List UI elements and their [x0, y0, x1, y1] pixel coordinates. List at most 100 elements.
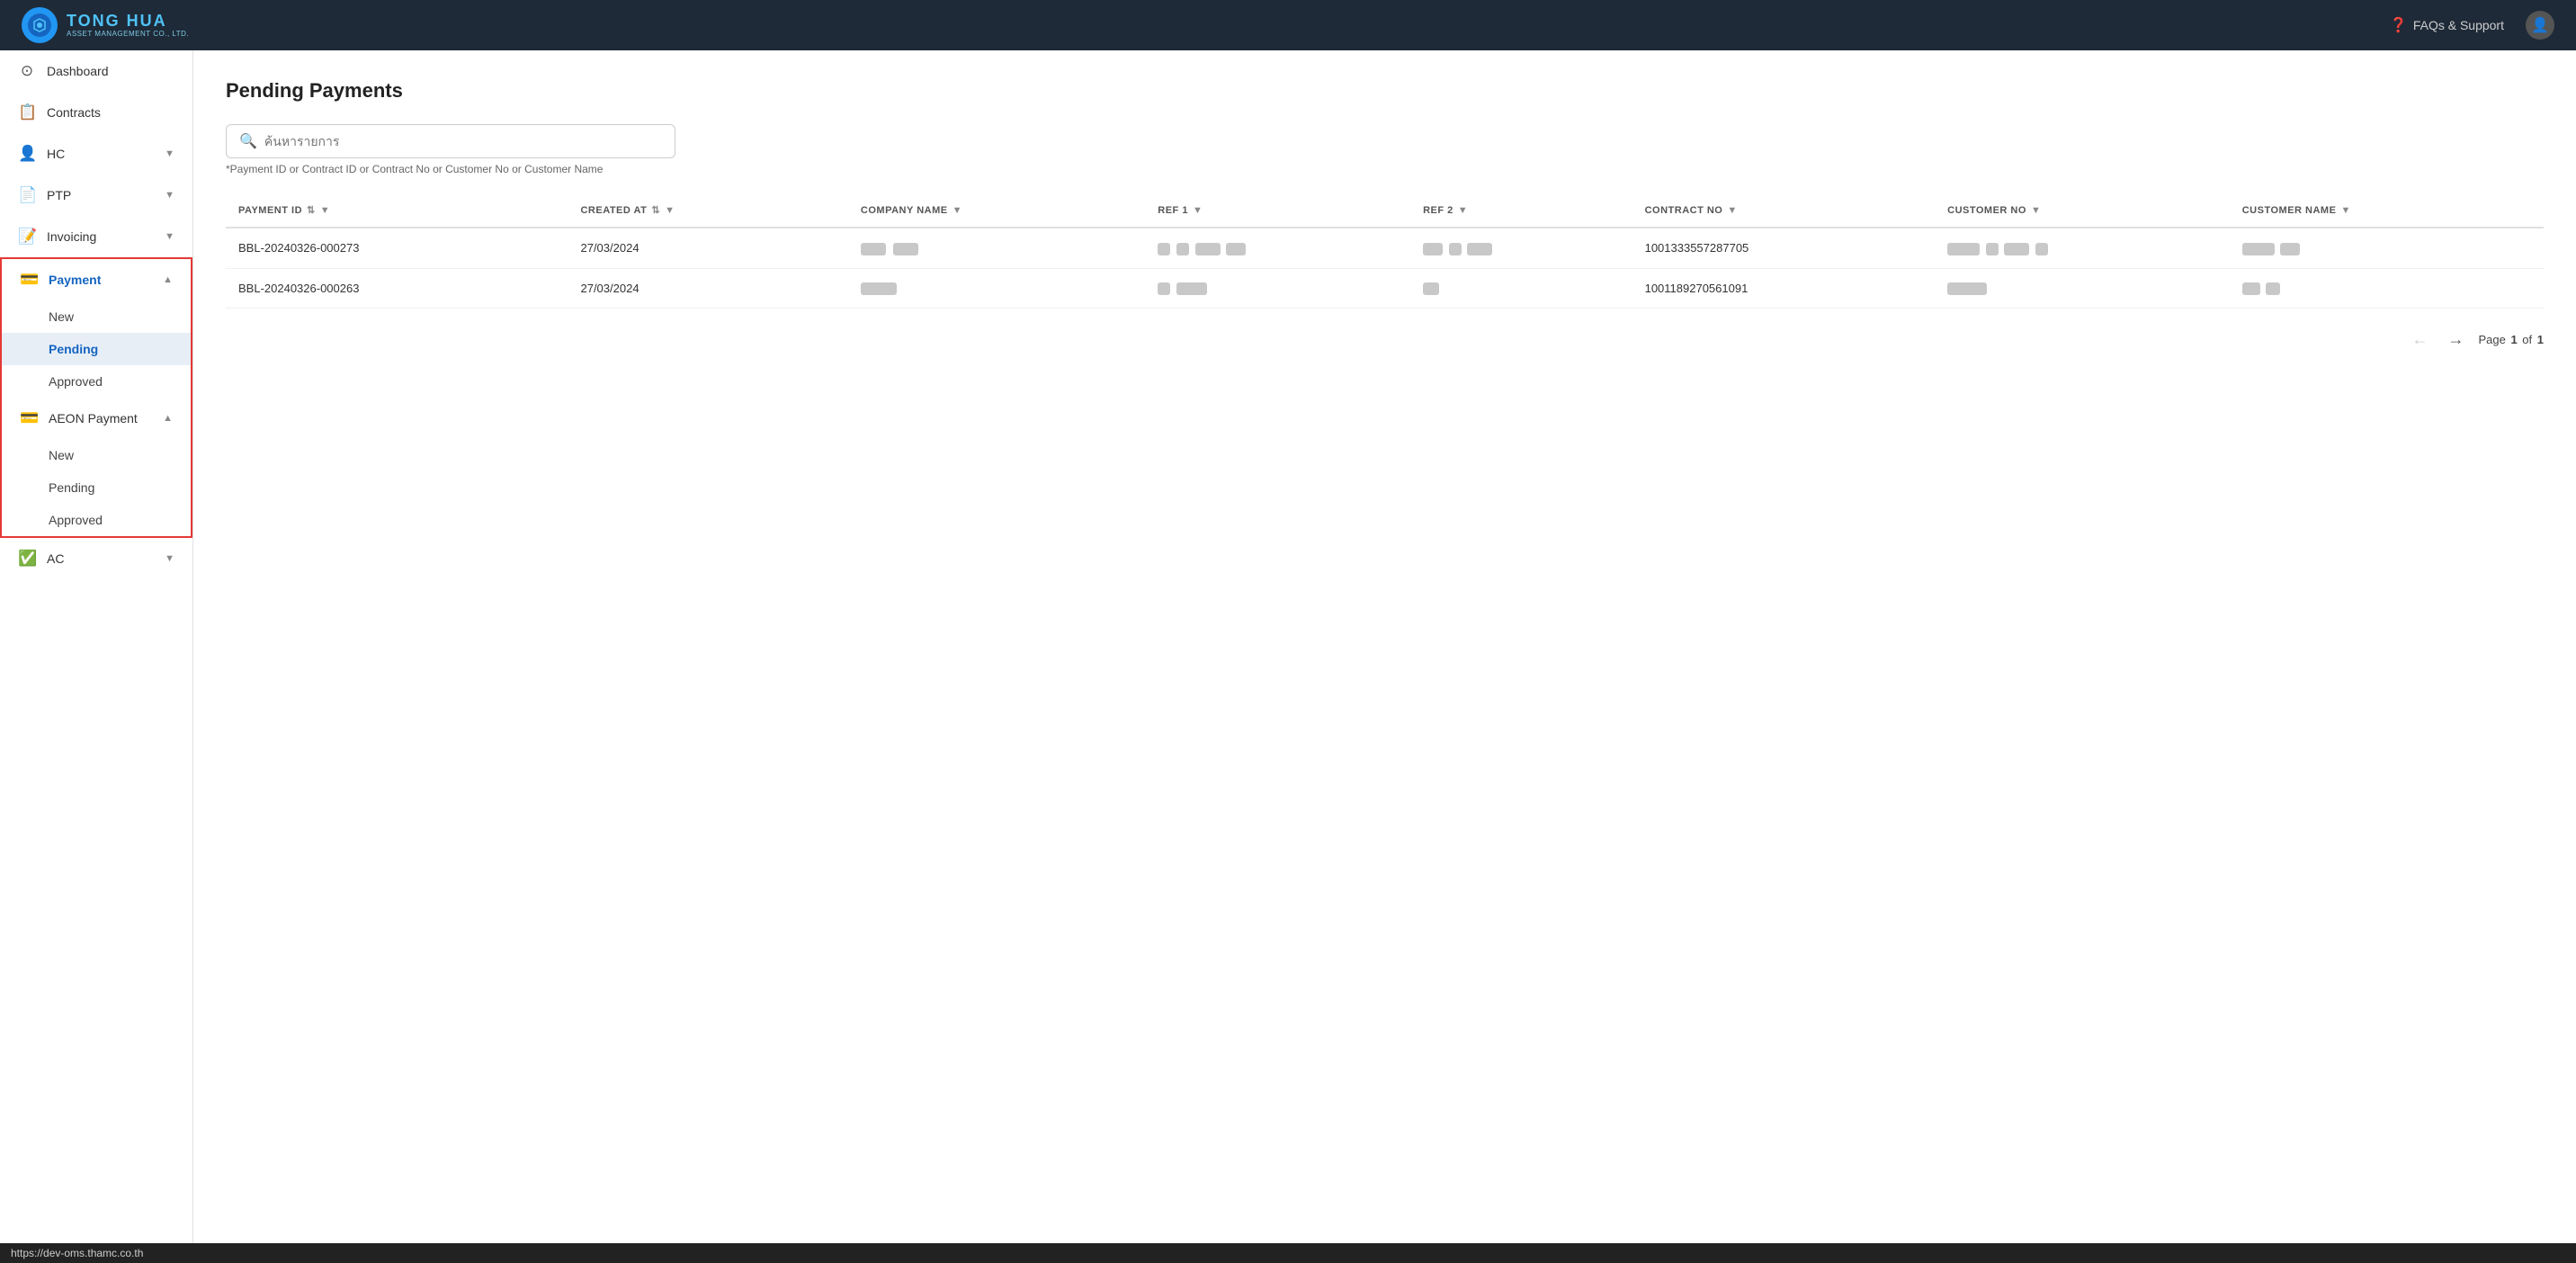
search-hint: *Payment ID or Contract ID or Contract N…: [226, 163, 2544, 175]
sidebar-label-aeon-payment: AEON Payment: [49, 411, 138, 425]
sidebar-sub-payment-approved[interactable]: Approved: [2, 365, 191, 398]
search-box: 🔍: [226, 124, 675, 158]
col-ref1: REF 1 ▼: [1145, 193, 1410, 228]
ac-icon: ✅: [18, 550, 36, 568]
chevron-up-icon: ▲: [163, 274, 173, 285]
sidebar-item-contracts[interactable]: 📋 Contracts: [0, 92, 192, 133]
search-input[interactable]: [264, 134, 662, 148]
chevron-up-icon: ▲: [163, 413, 173, 424]
cell-customer-name: [2230, 228, 2544, 268]
cell-contract-no: 1001189270561091: [1632, 268, 1936, 309]
redacted-block: [1158, 282, 1170, 295]
question-icon: ❓: [2390, 16, 2408, 34]
redacted-block: [2280, 243, 2300, 255]
sidebar-label-ptp: PTP: [47, 188, 71, 202]
prev-page-button[interactable]: ←: [2406, 327, 2433, 353]
user-avatar[interactable]: 👤: [2526, 11, 2554, 40]
table-row[interactable]: BBL-20240326-000273 27/03/2024: [226, 228, 2544, 268]
filter-icon[interactable]: ▼: [2340, 205, 2350, 216]
aeon-payment-icon: 💳: [20, 409, 38, 427]
redacted-block: [861, 243, 886, 255]
sidebar-item-ptp[interactable]: 📄 PTP ▼: [0, 175, 192, 216]
filter-icon[interactable]: ▼: [1458, 205, 1468, 216]
cell-created-at: 27/03/2024: [568, 228, 847, 268]
col-created-at: CREATED AT ⇅ ▼: [568, 193, 847, 228]
logo-icon: [22, 7, 58, 43]
filter-icon[interactable]: ▼: [2031, 205, 2041, 216]
filter-icon[interactable]: ▼: [953, 205, 962, 216]
user-icon: 👤: [2531, 16, 2549, 34]
cell-company-name: [848, 268, 1145, 309]
pagination-info: Page 1 of 1: [2478, 333, 2544, 346]
chevron-down-icon: ▼: [165, 553, 174, 564]
topnav: TONG HUA ASSET MANAGEMENT CO., LTD. ❓ FA…: [0, 0, 2576, 50]
sidebar-item-payment[interactable]: 💳 Payment ▲: [2, 259, 191, 300]
redacted-block: [1158, 243, 1170, 255]
redacted-block: [2035, 243, 2048, 255]
sidebar-label-dashboard: Dashboard: [47, 64, 109, 78]
redacted-block: [1467, 243, 1492, 255]
sidebar-item-dashboard[interactable]: ⊙ Dashboard: [0, 50, 192, 92]
cell-customer-name: [2230, 268, 2544, 309]
sidebar: ⊙ Dashboard 📋 Contracts 👤 HC ▼ 📄 PTP ▼ 📝…: [0, 50, 193, 1243]
contracts-icon: 📋: [18, 103, 36, 121]
cell-contract-no: 1001333557287705: [1632, 228, 1936, 268]
next-page-button[interactable]: →: [2442, 327, 2469, 353]
redacted-block: [1947, 282, 1987, 295]
redacted-block: [1176, 243, 1189, 255]
col-contract-no: CONTRACT NO ▼: [1632, 193, 1936, 228]
sidebar-sub-aeon-new[interactable]: New: [2, 439, 191, 471]
redacted-block: [2004, 243, 2029, 255]
cell-customer-no: [1935, 228, 2230, 268]
cell-ref2: [1410, 228, 1632, 268]
cell-payment-id: BBL-20240326-000263: [226, 268, 568, 309]
topnav-right: ❓ FAQs & Support 👤: [2390, 11, 2554, 40]
redacted-block: [2242, 282, 2260, 295]
cell-customer-no: [1935, 268, 2230, 309]
redacted-block: [1226, 243, 1246, 255]
table-header: PAYMENT ID ⇅ ▼ CREATED AT ⇅ ▼: [226, 193, 2544, 228]
sidebar-item-hc[interactable]: 👤 HC ▼: [0, 133, 192, 175]
redacted-block: [861, 282, 897, 295]
col-company-name: COMPANY NAME ▼: [848, 193, 1145, 228]
filter-icon[interactable]: ▼: [320, 205, 330, 216]
chevron-down-icon: ▼: [165, 148, 174, 159]
col-customer-no: CUSTOMER NO ▼: [1935, 193, 2230, 228]
sort-icon[interactable]: ⇅: [651, 204, 660, 216]
sidebar-sub-payment-pending[interactable]: Pending: [2, 333, 191, 365]
cell-payment-id: BBL-20240326-000273: [226, 228, 568, 268]
sidebar-sub-aeon-pending[interactable]: Pending: [2, 471, 191, 504]
sidebar-label-ac: AC: [47, 551, 64, 566]
sidebar-sub-payment-new[interactable]: New: [2, 300, 191, 333]
table-body: BBL-20240326-000273 27/03/2024: [226, 228, 2544, 309]
redacted-block: [1176, 282, 1207, 295]
hc-icon: 👤: [18, 145, 36, 163]
filter-icon[interactable]: ▼: [1193, 205, 1203, 216]
logo: TONG HUA ASSET MANAGEMENT CO., LTD.: [22, 7, 189, 43]
sidebar-sub-aeon-approved[interactable]: Approved: [2, 504, 191, 536]
sidebar-label-invoicing: Invoicing: [47, 229, 96, 244]
layout: ⊙ Dashboard 📋 Contracts 👤 HC ▼ 📄 PTP ▼ 📝…: [0, 50, 2576, 1243]
chevron-down-icon: ▼: [165, 231, 174, 242]
invoicing-icon: 📝: [18, 228, 36, 246]
ptp-icon: 📄: [18, 186, 36, 204]
sort-icon[interactable]: ⇅: [307, 204, 316, 216]
sidebar-item-aeon-payment[interactable]: 💳 AEON Payment ▲: [2, 398, 191, 439]
sidebar-label-hc: HC: [47, 147, 65, 161]
payment-icon: 💳: [20, 271, 38, 289]
redacted-block: [2242, 243, 2275, 255]
redacted-block: [1449, 243, 1462, 255]
sidebar-item-invoicing[interactable]: 📝 Invoicing ▼: [0, 216, 192, 257]
logo-text: TONG HUA ASSET MANAGEMENT CO., LTD.: [67, 13, 189, 39]
search-container: 🔍 *Payment ID or Contract ID or Contract…: [226, 124, 2544, 175]
redacted-block: [2266, 282, 2280, 295]
cell-ref1: [1145, 268, 1410, 309]
sidebar-label-payment: Payment: [49, 273, 101, 287]
table-row[interactable]: BBL-20240326-000263 27/03/2024 100118927…: [226, 268, 2544, 309]
main-content: Pending Payments 🔍 *Payment ID or Contra…: [193, 50, 2576, 1243]
filter-icon[interactable]: ▼: [665, 205, 675, 216]
support-link[interactable]: ❓ FAQs & Support: [2390, 16, 2504, 34]
sidebar-item-ac[interactable]: ✅ AC ▼: [0, 538, 192, 579]
url-bar: https://dev-oms.thamc.co.th: [0, 1243, 2576, 1263]
filter-icon[interactable]: ▼: [1727, 205, 1737, 216]
